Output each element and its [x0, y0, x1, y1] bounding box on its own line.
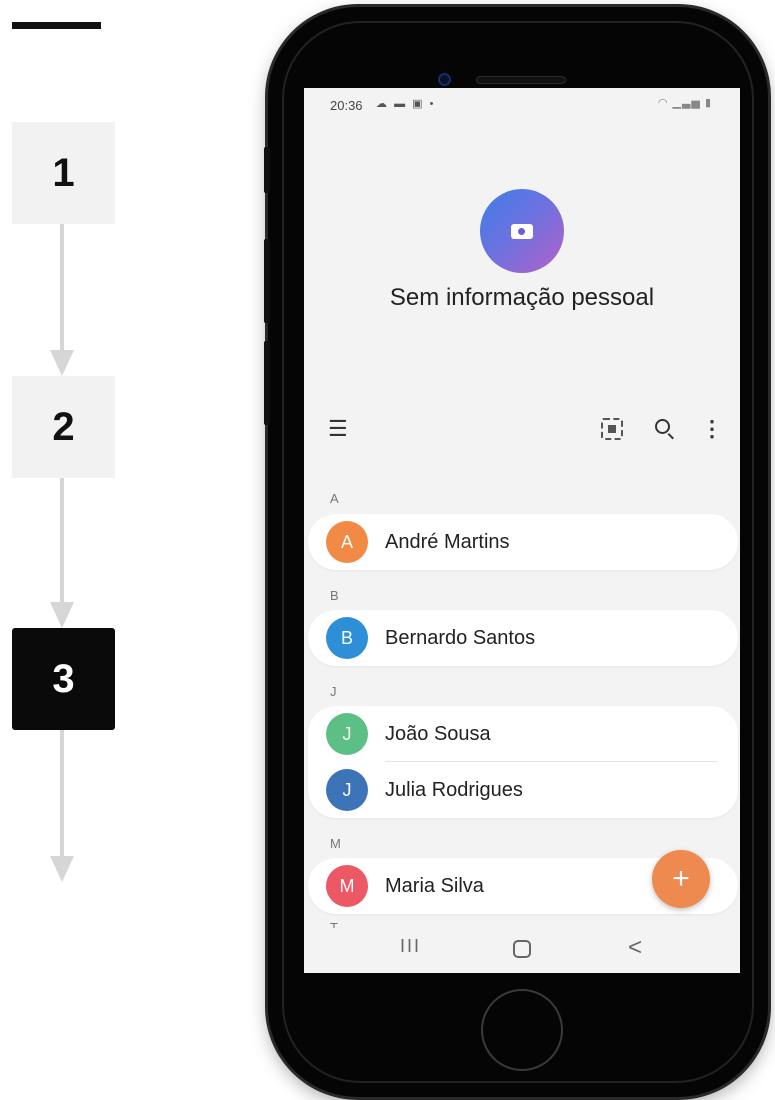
side-button-volume-up: [264, 239, 270, 323]
menu-icon[interactable]: ☰: [328, 414, 348, 444]
contact-name: André Martins: [385, 531, 510, 554]
contact-row[interactable]: B Bernardo Santos: [308, 610, 738, 666]
recents-icon[interactable]: III: [400, 936, 421, 957]
image-icon: ▣: [412, 98, 425, 110]
home-icon[interactable]: [513, 940, 531, 958]
step-connector-3: [60, 730, 64, 858]
contact-last-name: Silva: [440, 874, 484, 897]
profile-avatar[interactable]: [480, 189, 564, 273]
contact-avatar: J: [326, 769, 368, 811]
step-1[interactable]: 1: [12, 122, 115, 224]
signal-icon: ▁▃▅: [672, 97, 701, 109]
phone-frame: 20:36 ☁ ▬ ▣ • ◠ ▁▃▅ ▮ Sem informação pes…: [264, 7, 768, 1097]
contact-avatar: J: [326, 713, 368, 755]
contact-card: J João Sousa J Julia Rodrigues: [308, 706, 738, 818]
contact-name: Julia Rodrigues: [385, 779, 523, 802]
profile-title[interactable]: Sem informação pessoal: [304, 284, 740, 312]
home-button[interactable]: [481, 989, 563, 1071]
status-time: 20:36: [330, 98, 363, 113]
step-1-label: 1: [52, 150, 75, 195]
toolbar: ☰ ⋮: [304, 414, 740, 444]
contact-card: B Bernardo Santos: [308, 610, 738, 666]
contact-row[interactable]: A André Martins: [308, 514, 738, 570]
contact-first-name: Julia: [385, 778, 427, 801]
status-bar: 20:36 ☁ ▬ ▣ • ◠ ▁▃▅ ▮: [304, 88, 740, 120]
contact-name: Bernardo Santos: [385, 627, 535, 650]
contact-last-name: Sousa: [433, 722, 491, 745]
contact-last-name: Martins: [443, 530, 510, 553]
contact-first-name: Bernardo: [385, 626, 468, 649]
camera-icon: [511, 223, 533, 239]
arrow-down-icon: [50, 602, 74, 628]
contact-avatar: M: [326, 865, 368, 907]
contact-name: Maria Silva: [385, 875, 484, 898]
section-header-a: A: [330, 491, 339, 506]
system-icons: ◠ ▁▃▅ ▮: [658, 96, 712, 109]
section-header-b: B: [330, 588, 339, 603]
arrow-down-icon: [50, 856, 74, 882]
step-connector-2: [60, 478, 64, 604]
nav-bar: III <: [304, 928, 740, 973]
step-3[interactable]: 3: [12, 628, 115, 730]
contact-first-name: André: [385, 530, 439, 553]
progress-header-bar: [12, 22, 101, 29]
step-2-label: 2: [52, 404, 75, 449]
contact-first-name: Maria: [385, 874, 436, 897]
battery-icon: ▮: [704, 97, 712, 109]
step-2[interactable]: 2: [12, 376, 115, 478]
contact-name: João Sousa: [385, 723, 491, 746]
step-connector-1: [60, 224, 64, 352]
arrow-down-icon: [50, 350, 74, 376]
dot-icon: •: [429, 98, 436, 110]
qr-code-icon[interactable]: [601, 418, 623, 440]
contact-first-name: João: [385, 722, 429, 745]
add-contact-button[interactable]: +: [652, 850, 710, 908]
contact-avatar: B: [326, 617, 368, 659]
contact-avatar: A: [326, 521, 368, 563]
earpiece: [476, 76, 566, 84]
contact-row[interactable]: J João Sousa: [308, 706, 738, 762]
contact-card: A André Martins: [308, 514, 738, 570]
cloud-icon: ☁: [376, 98, 389, 110]
section-header-j: J: [330, 684, 337, 699]
side-button-volume-down: [264, 341, 270, 425]
back-icon[interactable]: <: [628, 934, 642, 962]
contact-last-name: Santos: [472, 626, 536, 649]
message-icon: ▬: [394, 98, 408, 110]
contact-last-name: Rodrigues: [431, 778, 523, 801]
more-icon[interactable]: ⋮: [701, 414, 723, 444]
phone-screen: 20:36 ☁ ▬ ▣ • ◠ ▁▃▅ ▮ Sem informação pes…: [304, 88, 740, 973]
side-button-mute: [264, 147, 270, 193]
contact-row[interactable]: J Julia Rodrigues: [308, 762, 738, 818]
search-icon[interactable]: [655, 419, 670, 434]
notification-icons: ☁ ▬ ▣ •: [376, 97, 435, 110]
section-header-m: M: [330, 836, 341, 851]
front-camera-icon: [438, 73, 451, 86]
wifi-icon: ◠: [657, 97, 669, 109]
step-3-label: 3: [52, 656, 75, 701]
